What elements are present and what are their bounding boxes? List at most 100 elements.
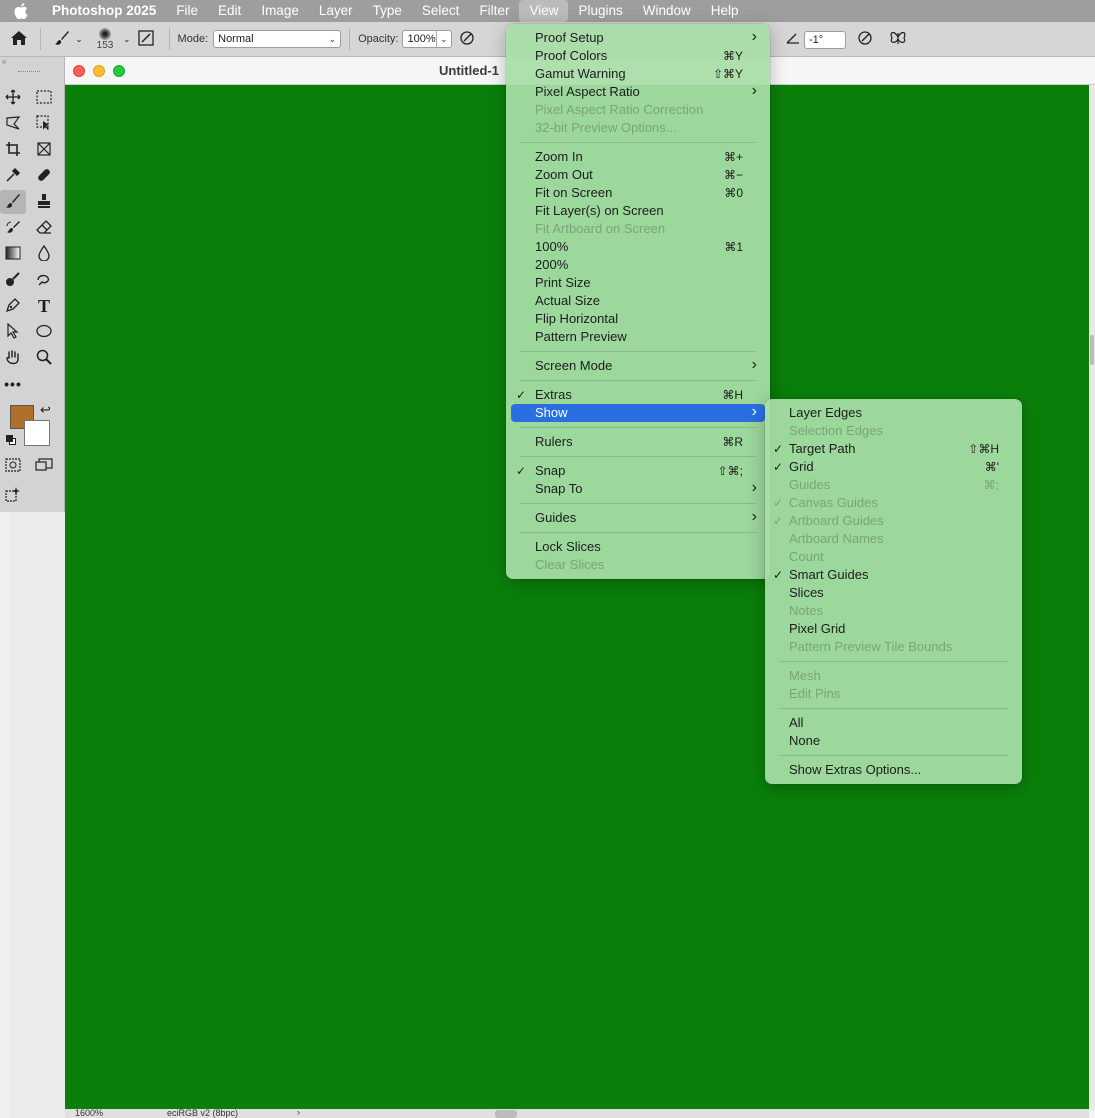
chevron-down-icon[interactable]: ⌄ bbox=[123, 34, 131, 45]
vertical-scrollbar[interactable] bbox=[1089, 85, 1095, 1110]
menu-window[interactable]: Window bbox=[633, 0, 701, 22]
view-menu-item-100[interactable]: 100% ⌘1 bbox=[511, 238, 765, 256]
view-menu-item-fit-on-screen[interactable]: Fit on Screen ⌘0 bbox=[511, 184, 765, 202]
swap-colors-icon[interactable]: ↩ bbox=[40, 402, 51, 418]
brush-size-picker[interactable]: 153 bbox=[87, 27, 123, 51]
chevron-right-icon: › bbox=[751, 356, 757, 373]
view-menu-item-gamut-warning[interactable]: Gamut Warning ⇧⌘Y bbox=[511, 65, 765, 83]
opacity-field[interactable]: 100% ⌄ bbox=[402, 30, 453, 48]
eraser-tool[interactable] bbox=[31, 216, 57, 240]
marquee-tool[interactable] bbox=[31, 86, 57, 110]
view-menu-item-zoom-out[interactable]: Zoom Out ⌘− bbox=[511, 166, 765, 184]
smudge-tool[interactable] bbox=[31, 268, 57, 292]
show-menu-item-target-path[interactable]: ✓ Target Path ⇧⌘H bbox=[770, 440, 1017, 458]
brush-tool[interactable] bbox=[0, 190, 26, 214]
show-menu-item-smart-guides[interactable]: ✓ Smart Guides bbox=[770, 566, 1017, 584]
zoom-window-button[interactable] bbox=[113, 65, 125, 77]
show-menu-item-all[interactable]: All bbox=[770, 714, 1017, 732]
menu-image[interactable]: Image bbox=[251, 0, 309, 22]
angle-field[interactable]: -1° bbox=[804, 30, 846, 49]
panel-grip[interactable]: « bbox=[0, 58, 64, 66]
show-menu-item-none[interactable]: None bbox=[770, 732, 1017, 750]
angle-value: -1° bbox=[809, 33, 824, 46]
scrollbar-thumb[interactable] bbox=[1090, 335, 1094, 365]
more-tools-button[interactable]: ••• bbox=[0, 372, 26, 396]
zoom-level[interactable]: 1600% bbox=[75, 1109, 103, 1118]
view-menu-item-rulers[interactable]: Rulers ⌘R bbox=[511, 433, 765, 451]
view-menu-item-pattern-preview[interactable]: Pattern Preview bbox=[511, 328, 765, 346]
background-color-swatch[interactable] bbox=[24, 420, 50, 446]
apple-icon[interactable] bbox=[0, 3, 42, 19]
blur-tool[interactable] bbox=[31, 242, 57, 266]
menu-view[interactable]: View bbox=[519, 0, 569, 22]
horizontal-scrollbar-thumb[interactable] bbox=[495, 1110, 517, 1118]
menu-layer[interactable]: Layer bbox=[309, 0, 363, 22]
view-menu-item-zoom-in[interactable]: Zoom In ⌘+ bbox=[511, 148, 765, 166]
minimize-window-button[interactable] bbox=[93, 65, 105, 77]
chevron-right-icon[interactable]: › bbox=[297, 1109, 300, 1117]
panel-drag-handle[interactable] bbox=[18, 71, 40, 73]
hand-tool[interactable] bbox=[0, 346, 26, 370]
gradient-tool[interactable] bbox=[0, 242, 26, 266]
type-tool[interactable]: T bbox=[31, 294, 57, 318]
pressure-opacity-button[interactable] bbox=[452, 30, 482, 49]
show-menu-item-layer-edges[interactable]: Layer Edges bbox=[770, 404, 1017, 422]
menu-plugins[interactable]: Plugins bbox=[568, 0, 632, 22]
view-menu-item-snap[interactable]: ✓ Snap ⇧⌘; bbox=[511, 462, 765, 480]
view-menu-item-show[interactable]: Show › bbox=[511, 404, 765, 422]
lasso-tool[interactable] bbox=[0, 112, 26, 136]
show-menu-item-slices[interactable]: Slices bbox=[770, 584, 1017, 602]
view-menu-item-actual-size[interactable]: Actual Size bbox=[511, 292, 765, 310]
stamp-tool[interactable] bbox=[31, 190, 57, 214]
brush-settings-button[interactable] bbox=[131, 29, 161, 49]
menu-select[interactable]: Select bbox=[412, 0, 470, 22]
show-menu-item-show-extras-options[interactable]: Show Extras Options... bbox=[770, 761, 1017, 779]
symmetry-button[interactable] bbox=[884, 30, 912, 49]
dodge-tool[interactable] bbox=[0, 268, 26, 292]
blend-mode-select[interactable]: Normal ⌄ bbox=[213, 30, 342, 48]
show-menu-item-grid[interactable]: ✓ Grid ⌘' bbox=[770, 458, 1017, 476]
view-menu-item-guides[interactable]: Guides › bbox=[511, 509, 765, 527]
view-menu-item-proof-setup[interactable]: Proof Setup › bbox=[511, 29, 765, 47]
view-menu-item-screen-mode[interactable]: Screen Mode › bbox=[511, 357, 765, 375]
object-selection-tool[interactable] bbox=[31, 112, 57, 136]
menu-file[interactable]: File bbox=[166, 0, 208, 22]
zoom-tool[interactable] bbox=[31, 346, 57, 370]
view-menu-item-flip-horizontal[interactable]: Flip Horizontal bbox=[511, 310, 765, 328]
default-colors-icon[interactable] bbox=[6, 435, 16, 445]
move-tool[interactable] bbox=[0, 86, 26, 110]
crop-tool[interactable] bbox=[0, 138, 26, 162]
path-selection-tool[interactable] bbox=[0, 320, 26, 344]
menu-item-label: All bbox=[789, 715, 804, 730]
pressure-size-button[interactable] bbox=[846, 30, 884, 49]
show-menu-item-pixel-grid[interactable]: Pixel Grid bbox=[770, 620, 1017, 638]
view-menu-item-snap-to[interactable]: Snap To › bbox=[511, 480, 765, 498]
view-menu-item-fit-artboard-on-screen: Fit Artboard on Screen bbox=[511, 220, 765, 238]
view-menu-item-fit-layer-s-on-screen[interactable]: Fit Layer(s) on Screen bbox=[511, 202, 765, 220]
menu-item-label: Print Size bbox=[535, 275, 591, 290]
home-button[interactable] bbox=[0, 30, 38, 49]
view-menu-item-proof-colors[interactable]: Proof Colors ⌘Y bbox=[511, 47, 765, 65]
menu-app-name[interactable]: Photoshop 2025 bbox=[42, 0, 166, 22]
menu-help[interactable]: Help bbox=[701, 0, 749, 22]
menu-filter[interactable]: Filter bbox=[469, 0, 519, 22]
view-menu-item-print-size[interactable]: Print Size bbox=[511, 274, 765, 292]
menu-item-label: Grid bbox=[789, 459, 814, 474]
view-menu-item-pixel-aspect-ratio[interactable]: Pixel Aspect Ratio › bbox=[511, 83, 765, 101]
edit-toolbar-button[interactable] bbox=[0, 483, 26, 507]
screen-mode-button[interactable] bbox=[31, 454, 57, 478]
view-menu-item-200[interactable]: 200% bbox=[511, 256, 765, 274]
close-window-button[interactable] bbox=[73, 65, 85, 77]
view-menu-item-lock-slices[interactable]: Lock Slices bbox=[511, 538, 765, 556]
healing-brush-tool[interactable] bbox=[31, 164, 57, 188]
brush-tool-preset[interactable]: ⌄ bbox=[49, 29, 87, 50]
pen-tool[interactable] bbox=[0, 294, 26, 318]
view-menu-item-extras[interactable]: ✓ Extras ⌘H bbox=[511, 386, 765, 404]
ellipse-tool[interactable] bbox=[31, 320, 57, 344]
menu-type[interactable]: Type bbox=[363, 0, 412, 22]
eyedropper-tool[interactable] bbox=[0, 164, 26, 188]
quick-mask-button[interactable] bbox=[0, 454, 26, 478]
menu-edit[interactable]: Edit bbox=[208, 0, 251, 22]
history-brush-tool[interactable] bbox=[0, 216, 26, 240]
frame-tool[interactable] bbox=[31, 138, 57, 162]
